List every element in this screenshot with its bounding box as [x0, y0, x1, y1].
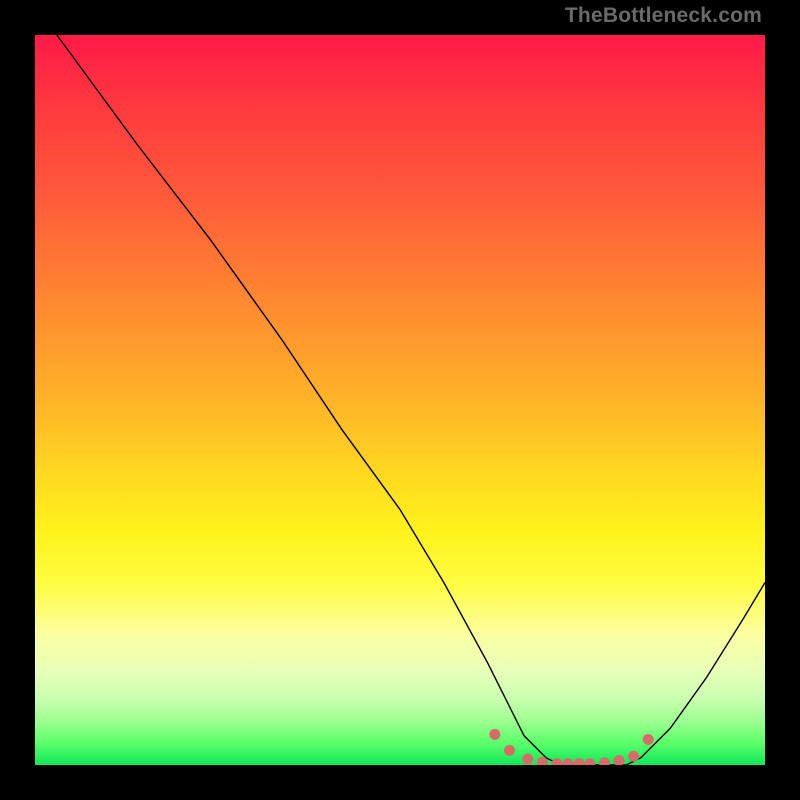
chart-frame: TheBottleneck.com [0, 0, 800, 800]
optimal-dot [562, 758, 573, 765]
optimal-dot [489, 729, 500, 740]
optimal-dot [614, 755, 625, 765]
bottleneck-curve [57, 35, 765, 765]
optimal-dot [504, 745, 515, 756]
optimal-dot [643, 734, 654, 745]
optimal-range-dots [489, 729, 653, 765]
optimal-dot [522, 754, 533, 765]
chart-plot-area [35, 35, 765, 765]
optimal-dot [551, 758, 562, 765]
chart-svg [35, 35, 765, 765]
watermark-text: TheBottleneck.com [565, 4, 762, 28]
optimal-dot [628, 751, 639, 762]
optimal-dot [573, 758, 584, 765]
optimal-dot [584, 758, 595, 765]
optimal-dot [599, 757, 610, 765]
